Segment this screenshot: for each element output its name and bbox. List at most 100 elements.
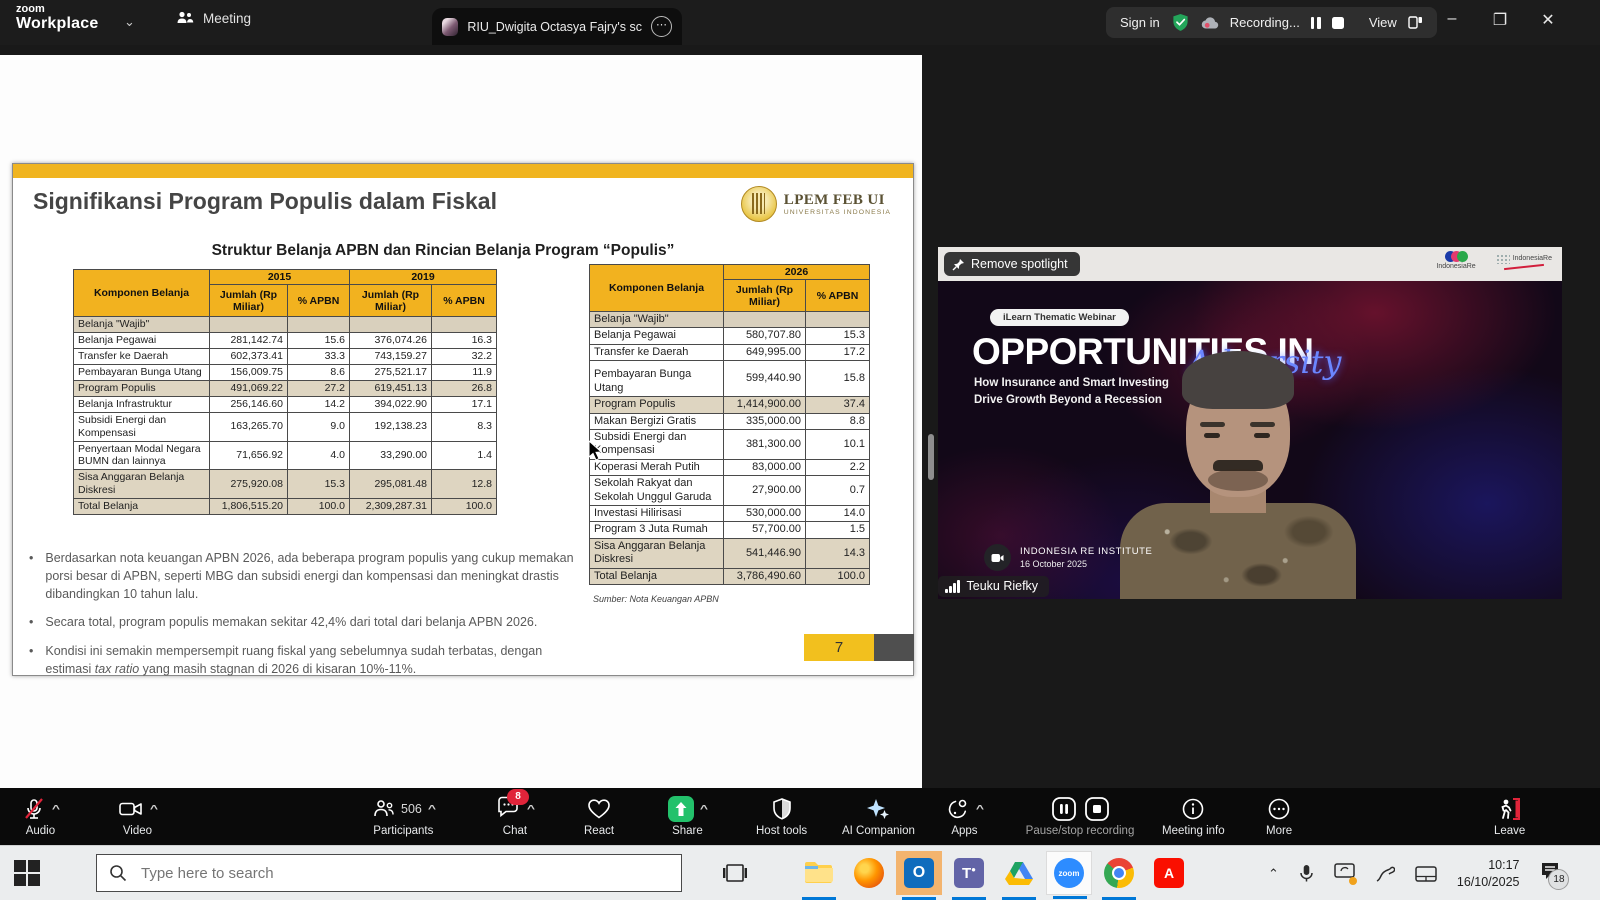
chat-button[interactable]: 8 ^ Chat [496, 795, 534, 837]
taskbar-app-zoom[interactable]: zoom [1046, 851, 1092, 895]
windows-taskbar: O T● zoom A ⌃ 10:17 16/10/ [0, 845, 1600, 900]
pause-recording-icon[interactable] [1051, 796, 1077, 822]
teams-icon: T● [954, 858, 984, 888]
more-icon [1267, 797, 1291, 821]
table-row: Total Belanja1,806,515.20100.02,309,287.… [74, 498, 497, 514]
leave-button[interactable]: Leave [1494, 795, 1525, 837]
mouse-cursor [588, 440, 604, 462]
table-row: Sisa Anggaran Belanja Diskresi541,446.90… [590, 538, 870, 568]
more-button[interactable]: More [1266, 795, 1292, 837]
apps-button[interactable]: ^ Apps [946, 795, 983, 837]
presentation-slide: Signifikansi Program Populis dalam Fiska… [12, 163, 914, 676]
tray-expand-chevron[interactable]: ⌃ [1268, 866, 1279, 882]
universitas-indonesia-emblem-icon [741, 186, 777, 222]
heart-icon [586, 797, 612, 821]
brand-workplace: Workplace [16, 16, 98, 33]
slide-subtitle: Struktur Belanja APBN dan Rincian Belanj… [133, 242, 753, 260]
stop-recording-icon[interactable] [1332, 17, 1344, 29]
taskbar-app-firefox[interactable] [846, 851, 892, 895]
table-row: Makan Bergizi Gratis335,000.008.8 [590, 413, 870, 429]
video-button[interactable]: ^ Video [118, 795, 157, 837]
ai-companion-button[interactable]: AI Companion [842, 795, 915, 837]
audio-options-chevron[interactable]: ^ [52, 804, 60, 815]
chevron-down-icon[interactable]: ⌄ [124, 14, 135, 30]
tray-pen-icon[interactable] [1375, 865, 1395, 883]
table-row: Pembayaran Bunga Utang156,009.758.6275,5… [74, 365, 497, 381]
tab-screen-share[interactable]: RIU_Dwigita Octasya Fajry's scree ⋯ [432, 8, 682, 45]
outlook-icon: O [904, 858, 934, 888]
table-row: Penyertaan Modal Negara BUMN dan lainnya… [74, 441, 497, 470]
react-button[interactable]: React [584, 795, 614, 837]
tab-meeting[interactable]: Meeting [176, 10, 251, 26]
brand-zoom: zoom [16, 4, 98, 16]
sign-in-button[interactable]: Sign in [1120, 15, 1160, 30]
view-layout-icon[interactable] [1408, 15, 1423, 30]
task-view-icon [722, 862, 748, 884]
pause-stop-recording-label: Pause/stop recording [1026, 825, 1135, 837]
apps-options-chevron[interactable]: ^ [976, 804, 984, 815]
taskbar-search[interactable] [96, 854, 682, 892]
taskbar-clock[interactable]: 10:17 16/10/2025 [1457, 857, 1520, 891]
taskbar-app-google-drive[interactable] [996, 851, 1042, 895]
host-tools-button[interactable]: Host tools [756, 795, 807, 837]
restore-button[interactable]: ❐ [1485, 10, 1515, 30]
audio-label: Audio [26, 825, 55, 837]
microphone-muted-icon [22, 797, 46, 821]
pause-stop-recording-button[interactable]: Pause/stop recording [1014, 795, 1146, 837]
table-row: Pembayaran Bunga Utang599,440.9015.8 [590, 361, 870, 397]
video-options-chevron[interactable]: ^ [150, 804, 158, 815]
chat-label: Chat [503, 825, 527, 837]
system-tray: ⌃ 10:17 16/10/2025 18 [1268, 846, 1561, 900]
security-shield-icon[interactable] [1171, 13, 1190, 32]
indonesia-re-logo: IndonesiaRe [1436, 251, 1475, 270]
tray-screen-share-icon[interactable] [1334, 863, 1355, 885]
avatar [442, 18, 458, 36]
taskbar-app-chrome[interactable] [1096, 851, 1142, 895]
share-options-chevron[interactable]: ^ [700, 804, 708, 815]
table-row: Belanja Pegawai281,142.7415.6376,074.261… [74, 333, 497, 349]
taskbar-app-teams[interactable]: T● [946, 851, 992, 895]
taskbar-app-acrobat[interactable]: A [1146, 851, 1192, 895]
webinar-series-badge: iLearn Thematic Webinar [990, 309, 1129, 326]
notification-center-button[interactable]: 18 [1539, 861, 1561, 886]
tab-meeting-label: Meeting [203, 11, 251, 26]
apps-icon [946, 797, 970, 821]
recording-status-label: Recording... [1230, 15, 1300, 30]
ai-sparkle-icon [865, 797, 891, 821]
audio-button[interactable]: ^ Audio [22, 795, 59, 837]
acrobat-icon: A [1154, 858, 1184, 888]
host-tools-label: Host tools [756, 825, 807, 837]
share-button[interactable]: ^ Share [668, 795, 707, 837]
search-input[interactable] [139, 864, 603, 883]
taskbar-app-file-explorer[interactable] [796, 851, 842, 895]
tab-options-icon[interactable]: ⋯ [651, 16, 672, 37]
table-row: Belanja Pegawai580,707.8015.3 [590, 328, 870, 344]
minimize-button[interactable]: – [1437, 10, 1467, 28]
participants-label: Participants [373, 825, 433, 837]
start-button[interactable] [14, 860, 40, 886]
tab-screen-share-label: RIU_Dwigita Octasya Fajry's scree [467, 20, 642, 34]
participants-options-chevron[interactable]: ^ [428, 804, 436, 815]
participants-icon [372, 797, 396, 821]
chat-unread-badge: 8 [507, 789, 529, 805]
speaker-name-tag: Teuku Riefky [938, 576, 1049, 597]
participants-button[interactable]: 506 ^ Participants [372, 795, 435, 837]
panel-resize-handle[interactable] [928, 434, 934, 480]
meeting-info-button[interactable]: Meeting info [1162, 795, 1225, 837]
clock-time: 10:17 [1457, 857, 1520, 874]
close-button[interactable]: ✕ [1533, 10, 1563, 30]
chat-options-chevron[interactable]: ^ [527, 804, 535, 815]
stop-recording-icon[interactable] [1084, 796, 1110, 822]
zoom-workplace-window: zoom Workplace ⌄ Meeting RIU_Dwigita Oct… [0, 0, 1600, 900]
pause-recording-icon[interactable] [1311, 17, 1321, 29]
search-icon [109, 864, 127, 882]
tray-touchpad-icon[interactable] [1415, 866, 1437, 882]
participants-icon [176, 10, 195, 26]
view-button[interactable]: View [1369, 15, 1397, 30]
tray-microphone-icon[interactable] [1299, 864, 1314, 883]
task-view-button[interactable] [712, 851, 758, 895]
window-titlebar: zoom Workplace ⌄ Meeting RIU_Dwigita Oct… [0, 0, 1600, 45]
taskbar-app-outlook[interactable]: O [896, 851, 942, 895]
remove-spotlight-button[interactable]: Remove spotlight [944, 252, 1080, 276]
pin-icon [952, 258, 965, 271]
